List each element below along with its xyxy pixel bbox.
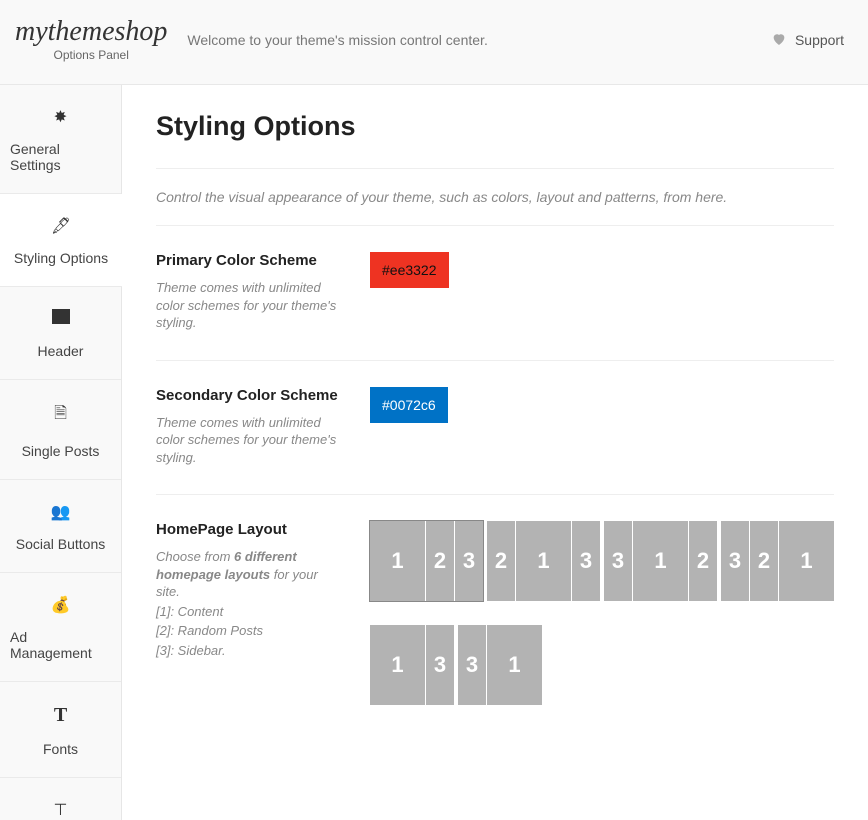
main-content: Styling Options Control the visual appea…: [122, 85, 868, 820]
page-title: Styling Options: [156, 111, 834, 142]
option-primary-color: Primary Color Scheme Theme comes with un…: [156, 225, 834, 360]
heart-icon: [771, 31, 787, 50]
sidebar-item-ad-management[interactable]: 💰 Ad Management: [0, 573, 121, 682]
layout-slot: 3: [604, 521, 632, 601]
primary-color-swatch[interactable]: #ee3322: [370, 252, 449, 288]
layout-title: HomePage Layout: [156, 521, 342, 538]
font-icon: T: [54, 704, 67, 727]
layout-desc: Choose from 6 different homepage layouts…: [156, 548, 342, 659]
pin-icon: ⊤: [54, 800, 68, 820]
sidebar-item-single-posts[interactable]: 🗎 Single Posts: [0, 380, 121, 480]
header-bar: mythemeshop Options Panel Welcome to you…: [0, 0, 868, 85]
layout-slot: 2: [750, 521, 778, 601]
layout-slot: 1: [487, 625, 542, 705]
sidebar-item-label: Styling Options: [14, 250, 108, 266]
sidebar-item-label: Ad Management: [10, 629, 111, 661]
sidebar-item-label: Fonts: [43, 741, 78, 757]
sidebar-item-label: Single Posts: [22, 443, 100, 459]
secondary-color-title: Secondary Color Scheme: [156, 387, 342, 404]
logo-block: mythemeshop Options Panel: [15, 18, 167, 62]
sidebar-item-partial[interactable]: ⊤: [0, 778, 121, 820]
layout-variant-4[interactable]: 321: [721, 521, 834, 601]
welcome-text: Welcome to your theme's mission control …: [187, 32, 771, 48]
users-icon: 👥: [51, 502, 71, 522]
layout-slot: 3: [455, 521, 483, 601]
sidebar-item-fonts[interactable]: T Fonts: [0, 682, 121, 778]
support-label: Support: [795, 32, 844, 48]
sidebar-item-label: Header: [38, 343, 84, 359]
secondary-color-swatch[interactable]: #0072c6: [370, 387, 448, 423]
sidebar-item-header[interactable]: Header: [0, 287, 121, 380]
layout-variant-3[interactable]: 312: [604, 521, 717, 601]
layout-variant-2[interactable]: 213: [487, 521, 600, 601]
gear-icon: ✸: [54, 107, 67, 127]
option-homepage-layout: HomePage Layout Choose from 6 different …: [156, 494, 834, 733]
layout-slot: 3: [572, 521, 600, 601]
sidebar-nav: ✸ General Settings 🖋 Styling Options Header 🗎…: [0, 85, 122, 820]
money-bag-icon: 💰: [51, 595, 71, 615]
layout-variant-1[interactable]: 123: [370, 521, 483, 601]
layout-variant-6[interactable]: 31: [458, 625, 542, 705]
document-icon: 🗎: [54, 402, 67, 429]
primary-color-title: Primary Color Scheme: [156, 252, 342, 269]
brush-icon: 🖋: [51, 216, 71, 236]
secondary-color-desc: Theme comes with unlimited color schemes…: [156, 414, 342, 467]
layout-slot: 1: [779, 521, 834, 601]
layout-slot: 3: [426, 625, 454, 705]
layout-slot: 1: [370, 625, 425, 705]
logo-text: mythemeshop: [15, 18, 167, 46]
option-secondary-color: Secondary Color Scheme Theme comes with …: [156, 360, 834, 495]
sidebar-item-label: General Settings: [10, 141, 111, 173]
layout-variants: 1232133123211331: [370, 521, 834, 705]
layout-slot: 1: [516, 521, 571, 601]
sidebar-item-social-buttons[interactable]: 👥 Social Buttons: [0, 480, 121, 573]
layout-slot: 3: [458, 625, 486, 705]
layout-slot: 1: [370, 521, 425, 601]
layout-slot: 2: [487, 521, 515, 601]
layout-slot: 2: [426, 521, 454, 601]
header-icon: [52, 309, 70, 329]
sidebar-item-label: Social Buttons: [16, 536, 106, 552]
primary-color-desc: Theme comes with unlimited color schemes…: [156, 279, 342, 332]
layout-variant-5[interactable]: 13: [370, 625, 454, 705]
sidebar-item-styling-options[interactable]: 🖋 Styling Options: [0, 194, 122, 287]
layout-slot: 1: [633, 521, 688, 601]
layout-slot: 3: [721, 521, 749, 601]
sidebar-item-general-settings[interactable]: ✸ General Settings: [0, 85, 121, 194]
layout-slot: 2: [689, 521, 717, 601]
support-link[interactable]: Support: [771, 31, 844, 50]
page-intro: Control the visual appearance of your th…: [156, 168, 834, 225]
logo-subtitle: Options Panel: [54, 48, 129, 62]
